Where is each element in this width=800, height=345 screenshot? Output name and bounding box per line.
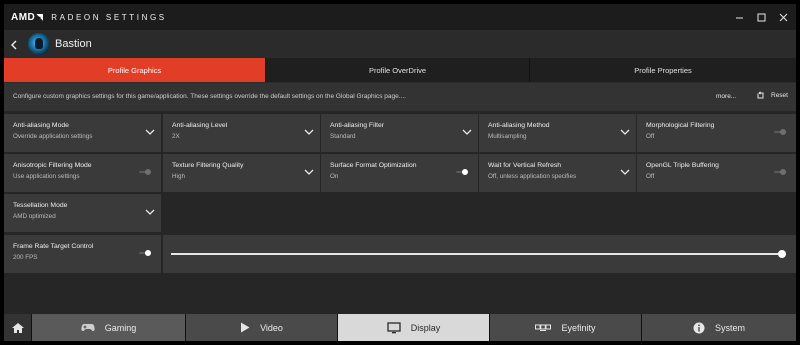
chevron-down-icon (145, 129, 155, 135)
setting-label: Tessellation Mode (13, 202, 68, 209)
nav-display[interactable]: Display (338, 314, 490, 341)
frame-rate-slider[interactable] (171, 250, 786, 258)
home-icon (11, 322, 24, 333)
brand: AMD RADEON SETTINGS (11, 12, 167, 23)
nav-video[interactable]: Video (186, 314, 338, 341)
setting-value: Standard (330, 133, 356, 140)
setting-value: Off (646, 173, 655, 180)
setting-wait-for-vertical-refresh[interactable]: Wait for Vertical Refresh Off, unless ap… (479, 154, 636, 192)
toggle-switch[interactable] (774, 169, 786, 175)
gamepad-icon (81, 323, 95, 332)
info-icon (693, 322, 705, 334)
setting-value: Multisampling (488, 133, 527, 140)
maximize-icon (757, 13, 765, 21)
setting-value: Use application settings (13, 173, 80, 180)
setting-label: Anti-aliasing Method (488, 122, 550, 129)
toggle-switch[interactable] (774, 129, 786, 135)
setting-surface-format-optimization[interactable]: Surface Format Optimization On (321, 154, 478, 192)
setting-label: Frame Rate Target Control (13, 243, 94, 250)
maximize-button[interactable] (752, 10, 770, 24)
window-controls (726, 10, 792, 24)
more-link[interactable]: more... (716, 93, 736, 100)
setting-anti-aliasing-mode[interactable]: Anti-aliasing Mode Override application … (4, 114, 161, 152)
play-icon (240, 322, 250, 333)
setting-anisotropic-filtering-mode[interactable]: Anisotropic Filtering Mode Use applicati… (4, 154, 161, 192)
setting-texture-filtering-quality[interactable]: Texture Filtering Quality High (163, 154, 320, 192)
nav-label: Display (410, 322, 441, 333)
settings-grid: Anti-aliasing Mode Override application … (4, 111, 796, 315)
setting-value: Override application settings (13, 133, 93, 140)
setting-label: Anti-aliasing Filter (330, 122, 385, 129)
chevron-down-icon (145, 209, 155, 215)
setting-label: Anti-aliasing Level (172, 122, 228, 129)
description-bar: Configure custom graphics settings for t… (4, 83, 796, 111)
nav-label: System (714, 322, 745, 333)
amd-arrow-icon (36, 14, 44, 21)
setting-value: High (172, 173, 185, 180)
setting-value: AMD optimized (13, 213, 56, 220)
setting-label: Texture Filtering Quality (172, 162, 244, 169)
setting-opengl-triple-buffering[interactable]: OpenGL Triple Buffering Off (637, 154, 796, 192)
setting-label: OpenGL Triple Buffering (646, 162, 719, 169)
setting-label: Wait for Vertical Refresh (488, 162, 562, 169)
back-arrow-icon (11, 40, 17, 50)
amd-logo: AMD (11, 12, 36, 23)
chevron-down-icon (304, 169, 314, 175)
game-title: Bastion (55, 38, 92, 50)
reset-icon (757, 91, 764, 99)
minimize-icon (735, 17, 743, 18)
setting-label: Surface Format Optimization (330, 162, 417, 169)
frame-rate-target-row: Frame Rate Target Control 200 FPS (4, 235, 796, 273)
setting-label: Anisotropic Filtering Mode (13, 162, 92, 169)
setting-frame-rate-target-control[interactable]: Frame Rate Target Control 200 FPS (4, 235, 161, 273)
setting-value: 2X (172, 133, 180, 140)
nav-label: Video (260, 322, 283, 333)
reset-label: Reset (771, 92, 788, 99)
bottom-navigation: Gaming Video Display Eyefinity System (4, 314, 796, 341)
close-icon (779, 13, 787, 21)
setting-value: Off, unless application specifies (488, 173, 577, 180)
close-button[interactable] (774, 10, 792, 24)
nav-system[interactable]: System (642, 314, 796, 341)
game-icon (28, 33, 50, 55)
minimize-button[interactable] (730, 10, 748, 24)
setting-label: Anti-aliasing Mode (13, 122, 69, 129)
game-header: Bastion (4, 30, 796, 58)
frame-rate-slider-area (163, 235, 796, 273)
setting-anti-aliasing-level[interactable]: Anti-aliasing Level 2X (163, 114, 320, 152)
chevron-down-icon (620, 129, 630, 135)
home-button[interactable] (4, 314, 32, 341)
nav-eyefinity[interactable]: Eyefinity (490, 314, 642, 341)
title-bar: AMD RADEON SETTINGS (4, 4, 796, 30)
setting-value: Off (646, 133, 655, 140)
setting-value: On (330, 173, 339, 180)
setting-tessellation-mode[interactable]: Tessellation Mode AMD optimized (4, 194, 161, 232)
setting-label: Morphological Filtering (646, 122, 715, 129)
description-text: Configure custom graphics settings for t… (13, 93, 406, 100)
reset-button[interactable]: Reset (756, 91, 788, 100)
setting-anti-aliasing-filter[interactable]: Anti-aliasing Filter Standard (321, 114, 478, 152)
toggle-switch[interactable] (456, 169, 468, 175)
setting-morphological-filtering[interactable]: Morphological Filtering Off (637, 114, 796, 152)
chevron-down-icon (462, 129, 472, 135)
radeon-settings-window: AMD RADEON SETTINGS Bastion Profile Grap… (4, 4, 796, 341)
setting-value: 200 FPS (13, 254, 38, 261)
nav-gaming[interactable]: Gaming (32, 314, 186, 341)
profile-tabs: Profile Graphics Profile OverDrive Profi… (4, 58, 796, 82)
chevron-down-icon (620, 169, 630, 175)
toggle-switch[interactable] (139, 169, 151, 175)
tab-profile-overdrive[interactable]: Profile OverDrive (266, 58, 530, 82)
setting-anti-aliasing-method[interactable]: Anti-aliasing Method Multisampling (479, 114, 636, 152)
toggle-switch[interactable] (139, 250, 151, 256)
eyefinity-icon (535, 324, 552, 332)
tab-profile-graphics[interactable]: Profile Graphics (4, 58, 266, 82)
slider-thumb[interactable] (778, 250, 786, 258)
chevron-down-icon (304, 129, 314, 135)
nav-label: Eyefinity (561, 322, 596, 333)
tab-profile-properties[interactable]: Profile Properties (530, 58, 796, 82)
nav-label: Gaming (104, 322, 137, 333)
app-title: RADEON SETTINGS (51, 13, 167, 22)
back-button[interactable] (8, 38, 20, 50)
monitor-icon (387, 321, 401, 334)
